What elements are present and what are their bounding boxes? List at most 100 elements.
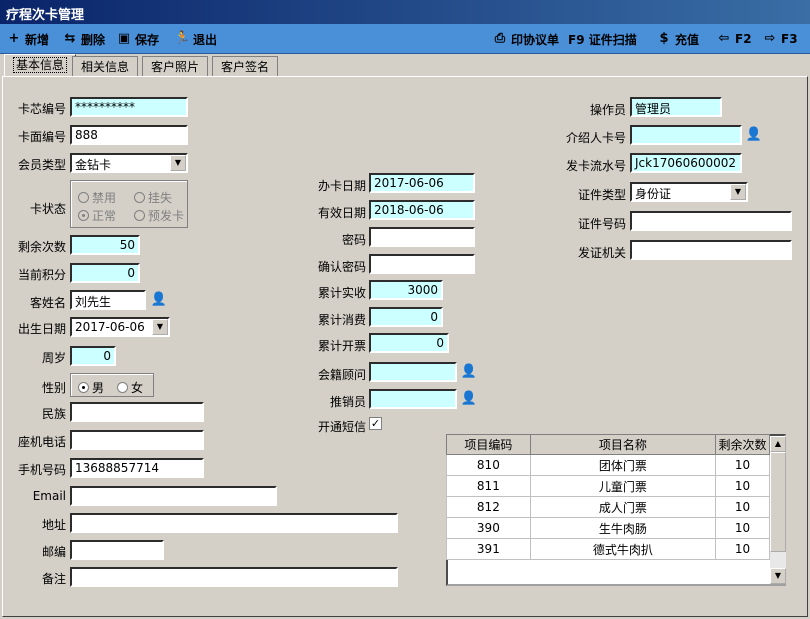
- id-type-select[interactable]: 身份证 ▼: [630, 182, 748, 202]
- project-table: 项目编码 项目名称 剩余次数 810 团体门票 10 811 儿童门票 10 812 成人…: [446, 434, 770, 560]
- promoter-field[interactable]: [369, 389, 457, 409]
- status-disabled-radio[interactable]: 禁用: [78, 189, 116, 206]
- operator-label: 操作员: [589, 103, 626, 117]
- mobile-label: 手机号码: [17, 463, 66, 477]
- valid-date-label: 有效日期: [317, 206, 366, 220]
- zip-label: 邮编: [41, 545, 66, 559]
- valid-date-field[interactable]: 2018-06-06: [369, 200, 475, 220]
- id-no-label: 证件号码: [577, 217, 626, 231]
- birth-label: 出生日期: [17, 322, 66, 336]
- serial-field[interactable]: Jck17060600002: [630, 153, 742, 173]
- person-lookup-icon[interactable]: 👤: [150, 291, 168, 309]
- person-lookup-icon[interactable]: 👤: [460, 390, 478, 408]
- email-field[interactable]: [70, 486, 277, 506]
- id-issuer-field[interactable]: [630, 240, 792, 260]
- gender-female-radio[interactable]: 女: [117, 379, 143, 396]
- window-title: 疗程次卡管理: [0, 0, 810, 24]
- confirm-password-field[interactable]: [369, 254, 475, 274]
- tab-basic-info[interactable]: 基本信息: [4, 54, 77, 76]
- chevron-down-icon: ▼: [170, 155, 186, 171]
- ethnic-field[interactable]: [70, 402, 204, 422]
- ethnic-label: 民族: [41, 407, 66, 421]
- advisor-field[interactable]: [369, 362, 457, 382]
- status-normal-radio[interactable]: 正常: [78, 207, 116, 224]
- chip-no-field[interactable]: **********: [70, 97, 188, 117]
- sms-checkbox[interactable]: ✓: [369, 417, 382, 430]
- exit-button[interactable]: 🏃 退出: [174, 29, 217, 49]
- points-field[interactable]: 0: [70, 263, 140, 283]
- scroll-up-icon[interactable]: ▲: [770, 436, 786, 452]
- remaining-label: 剩余次数: [17, 240, 66, 254]
- landline-field[interactable]: [70, 430, 204, 450]
- member-type-select[interactable]: 金钻卡 ▼: [70, 153, 188, 173]
- tab-customer-signature[interactable]: 客户签名: [212, 56, 279, 76]
- add-button[interactable]: + 新增: [6, 29, 49, 49]
- grid-scrollbar[interactable]: ▲ ▼: [770, 436, 786, 584]
- total-paid-field[interactable]: 3000: [369, 280, 443, 300]
- id-scan-button[interactable]: F9 证件扫描: [568, 29, 637, 49]
- operator-field[interactable]: 管理员: [630, 97, 722, 117]
- scroll-down-icon[interactable]: ▼: [770, 568, 786, 584]
- table-row[interactable]: 811 儿童门票 10: [446, 475, 770, 497]
- id-no-field[interactable]: [630, 211, 792, 231]
- printer-icon: ⎙: [494, 31, 506, 46]
- person-lookup-icon[interactable]: 👤: [745, 126, 763, 144]
- delete-button[interactable]: ⇆ 删除: [62, 29, 105, 49]
- address-field[interactable]: [70, 513, 398, 533]
- confirm-password-label: 确认密码: [317, 260, 366, 274]
- tab-bar: 基本信息 相关信息 客户照片 客户签名: [0, 54, 810, 76]
- zip-field[interactable]: [70, 540, 164, 560]
- chevron-down-icon: ▼: [730, 184, 746, 200]
- points-label: 当前积分: [17, 268, 66, 282]
- floppy-icon: ▣: [117, 31, 131, 46]
- total-paid-label: 累计实收: [317, 286, 366, 300]
- mobile-field[interactable]: 13688857714: [70, 458, 204, 478]
- total-invoiced-field[interactable]: 0: [369, 333, 449, 353]
- face-no-field[interactable]: 888: [70, 125, 188, 145]
- name-label: 客姓名: [29, 296, 66, 310]
- serial-label: 发卡流水号: [565, 159, 626, 173]
- member-type-label: 会员类型: [17, 158, 66, 172]
- name-field[interactable]: 刘先生: [70, 290, 146, 310]
- address-label: 地址: [41, 518, 66, 532]
- gender-label: 性别: [41, 381, 66, 395]
- arrow-right-icon: ⇨: [764, 31, 776, 46]
- issue-date-label: 办卡日期: [317, 179, 366, 193]
- age-label: 周岁: [41, 351, 66, 365]
- prev-button[interactable]: ⇦ F2: [716, 29, 752, 49]
- recharge-button[interactable]: $ 充值: [656, 29, 699, 49]
- referrer-field[interactable]: [630, 125, 742, 145]
- age-field[interactable]: 0: [70, 346, 116, 366]
- running-man-icon: 🏃: [174, 31, 191, 46]
- table-row[interactable]: 390 生牛肉肠 10: [446, 517, 770, 539]
- delete-icon: ⇆: [64, 31, 76, 46]
- save-button[interactable]: ▣ 保存: [116, 29, 159, 49]
- issue-date-field[interactable]: 2017-06-06: [369, 173, 475, 193]
- referrer-label: 介绍人卡号: [565, 131, 626, 145]
- table-row[interactable]: 391 德式牛肉扒 10: [446, 538, 770, 560]
- note-field[interactable]: [70, 567, 398, 587]
- total-spent-field[interactable]: 0: [369, 307, 443, 327]
- promoter-label: 推销员: [329, 395, 366, 409]
- column-header[interactable]: 项目名称: [529, 434, 717, 455]
- person-lookup-icon[interactable]: 👤: [460, 363, 478, 381]
- tab-related-info[interactable]: 相关信息: [72, 56, 139, 76]
- column-header[interactable]: 剩余次数: [715, 434, 770, 455]
- status-lost-radio[interactable]: 挂失: [134, 189, 172, 206]
- chip-no-label: 卡芯编号: [17, 102, 66, 116]
- birth-date-picker[interactable]: 2017-06-06 ▼: [70, 317, 170, 337]
- landline-label: 座机电话: [17, 435, 66, 449]
- tab-customer-photo[interactable]: 客户照片: [142, 56, 209, 76]
- print-agreement-button[interactable]: ⎙ 印协议单: [492, 29, 559, 49]
- remaining-field[interactable]: 50: [70, 235, 140, 255]
- next-button[interactable]: ⇨ F3: [762, 29, 798, 49]
- password-label: 密码: [341, 233, 366, 247]
- scroll-thumb[interactable]: [770, 452, 786, 552]
- password-field[interactable]: [369, 227, 475, 247]
- column-header[interactable]: 项目编码: [446, 434, 531, 455]
- gender-male-radio[interactable]: 男: [78, 379, 104, 396]
- status-prepare-radio[interactable]: 预发卡: [134, 207, 184, 224]
- table-row[interactable]: 810 团体门票 10: [446, 454, 770, 476]
- face-no-label: 卡面编号: [17, 130, 66, 144]
- table-row[interactable]: 812 成人门票 10: [446, 496, 770, 518]
